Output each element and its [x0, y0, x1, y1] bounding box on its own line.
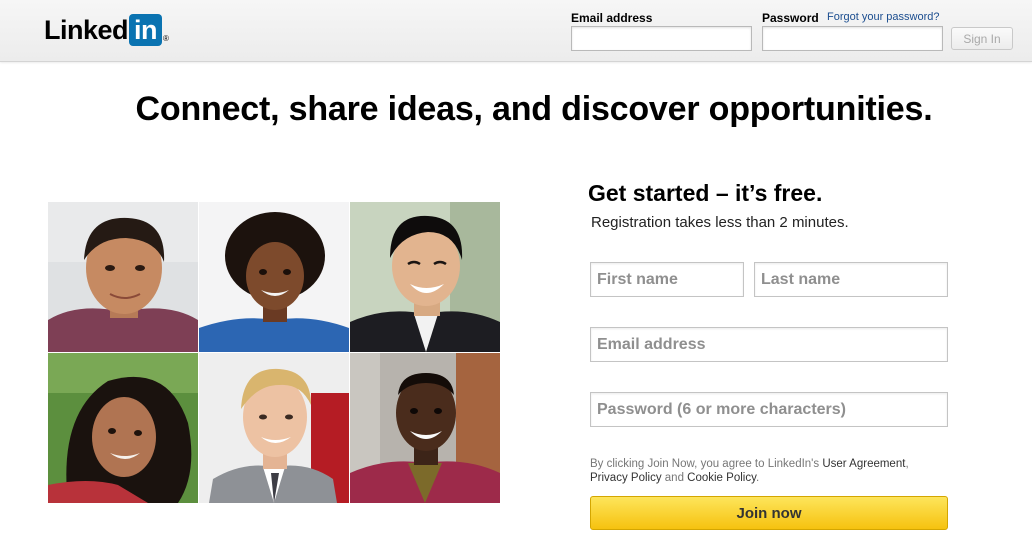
legal-prefix: By clicking Join Now, you agree to Linke…	[590, 458, 823, 470]
member-photo-2-image	[199, 202, 349, 352]
member-photo-2	[199, 202, 349, 352]
logo-wordmark: Linked	[44, 15, 129, 45]
cookie-policy-link[interactable]: Cookie Policy	[687, 472, 756, 484]
member-photo-5	[199, 353, 349, 503]
header-password-input[interactable]	[762, 26, 943, 51]
member-photo-6-image	[350, 353, 500, 503]
legal-notice: By clicking Join Now, you agree to Linke…	[590, 457, 950, 485]
member-photo-1	[48, 202, 198, 352]
member-photo-3-image	[350, 202, 500, 352]
sign-in-button[interactable]: Sign In	[951, 27, 1013, 50]
legal-and: and	[661, 472, 688, 484]
header-email-label: Email address	[571, 11, 653, 25]
page-headline: Connect, share ideas, and discover oppor…	[135, 90, 933, 128]
header-password-label: Password	[762, 11, 819, 25]
member-photo-6	[350, 353, 500, 503]
member-photo-4-image	[48, 353, 198, 503]
top-bar: Linked in ® Email address Password Forgo…	[0, 0, 1032, 62]
member-photo-grid	[48, 202, 500, 503]
logo-in-box: in	[129, 14, 163, 46]
forgot-password-link[interactable]: Forgot your password?	[827, 11, 940, 23]
member-photo-4	[48, 353, 198, 503]
member-photo-3	[350, 202, 500, 352]
privacy-policy-link[interactable]: Privacy Policy	[590, 472, 662, 484]
legal-period: .	[755, 472, 760, 484]
member-photo-1-image	[48, 202, 198, 352]
signup-title: Get started – it’s free.	[588, 180, 823, 206]
header-email-input[interactable]	[571, 26, 752, 51]
member-photo-5-image	[199, 353, 349, 503]
join-now-button[interactable]: Join now	[590, 496, 948, 530]
linkedin-logo[interactable]: Linked in ®	[44, 13, 169, 47]
signup-subtitle: Registration takes less than 2 minutes.	[591, 214, 849, 231]
first-name-field[interactable]	[590, 262, 744, 297]
user-agreement-link[interactable]: User Agreement	[822, 458, 905, 470]
last-name-field[interactable]	[754, 262, 948, 297]
signup-password-field[interactable]	[590, 392, 948, 427]
legal-comma: ,	[905, 458, 909, 470]
registered-mark: ®	[163, 34, 169, 43]
signup-email-field[interactable]	[590, 327, 948, 362]
